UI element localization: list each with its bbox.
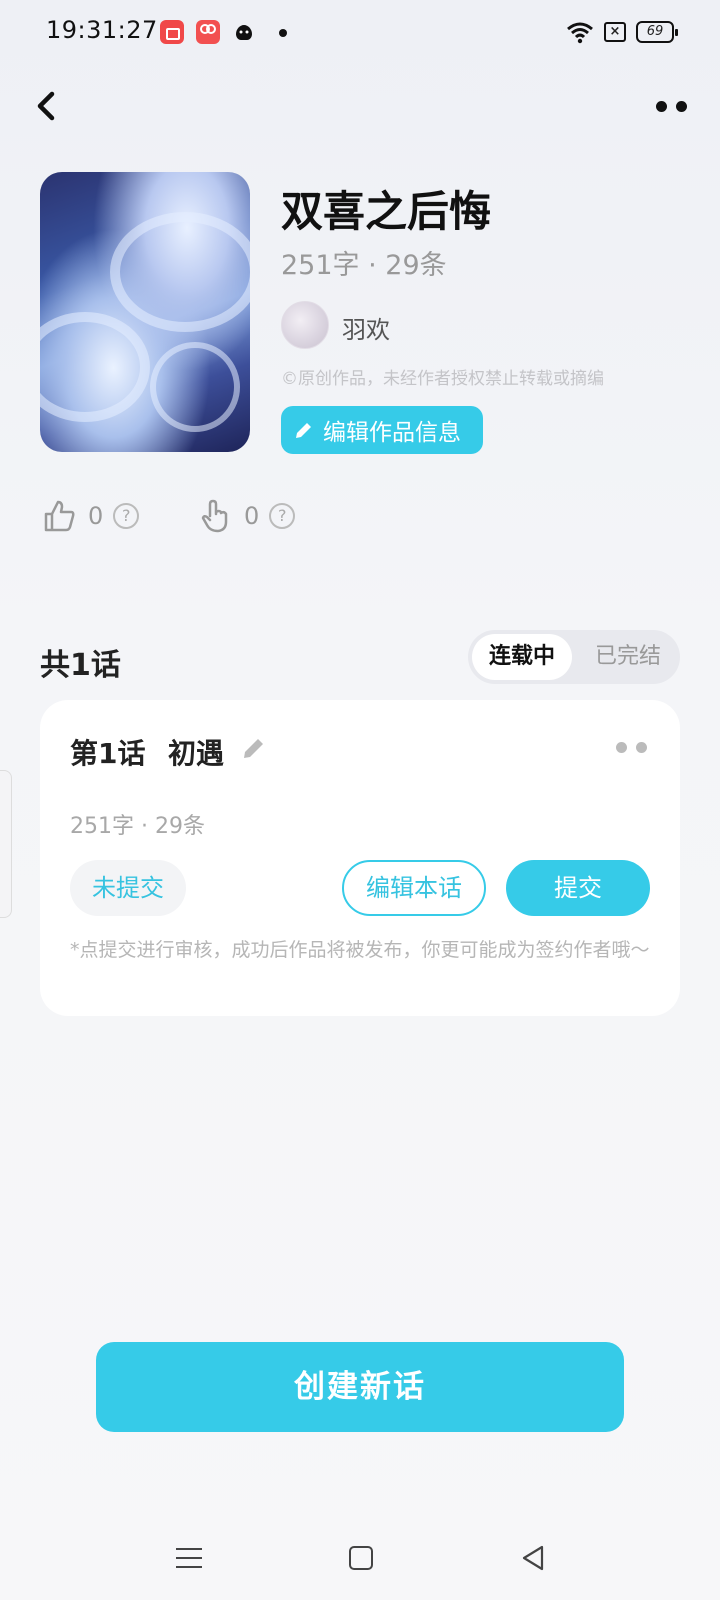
like-count: 0 xyxy=(88,502,104,530)
wifi-icon xyxy=(567,22,593,44)
hand-point-icon xyxy=(201,499,228,533)
create-episode-button[interactable]: 创建新话 xyxy=(96,1342,624,1432)
notification-dot-icon xyxy=(279,29,287,37)
side-drawer-handle[interactable] xyxy=(0,770,12,918)
edit-work-info-button[interactable]: 编辑作品信息 xyxy=(281,406,483,454)
status-time: 19:31:27 xyxy=(46,16,158,44)
more-dot-icon xyxy=(636,742,647,753)
recommend-stat[interactable]: 0 ? xyxy=(198,496,296,536)
episode-more-button[interactable] xyxy=(614,740,650,756)
episode-number: 第1话 xyxy=(70,737,146,770)
edit-episode-button[interactable]: 编辑本话 xyxy=(342,860,486,916)
screen-recorder-icon xyxy=(160,20,184,44)
work-title: 双喜之后悔 xyxy=(281,187,492,236)
menu-icon[interactable] xyxy=(176,1546,202,1570)
work-stats: 251字 · 29条 xyxy=(281,250,447,281)
more-dot-icon xyxy=(616,742,627,753)
copyright-notice: ©原创作品，未经作者授权禁止转载或摘编 xyxy=(281,369,604,389)
episode-count: 共1话 xyxy=(40,648,121,683)
status-badge: 未提交 xyxy=(70,860,186,916)
status-bar: 19:31:27 × 69 xyxy=(0,0,720,64)
back-triangle-icon[interactable] xyxy=(520,1544,546,1572)
episode-card[interactable]: 第1话 初遇 251字 · 29条 未提交 编辑本话 提交 *点提交进行审核，成… xyxy=(40,700,680,1016)
tab-ongoing[interactable]: 连载中 xyxy=(472,634,572,680)
pet-app-icon xyxy=(232,20,256,44)
serial-status-toggle[interactable]: 连载中 已完结 xyxy=(468,630,680,684)
video-app-icon xyxy=(196,20,220,44)
more-dot-icon xyxy=(676,101,687,112)
tab-completed[interactable]: 已完结 xyxy=(578,634,678,680)
pencil-icon xyxy=(296,423,311,438)
author-avatar[interactable] xyxy=(281,301,329,349)
episode-stats: 251字 · 29条 xyxy=(70,814,205,839)
more-options-button[interactable] xyxy=(654,94,694,118)
thumbs-up-icon xyxy=(44,500,75,532)
help-icon[interactable]: ? xyxy=(269,503,296,529)
submit-note: *点提交进行审核，成功后作品将被发布，你更可能成为签约作者哦～ xyxy=(70,939,650,961)
recommend-count: 0 xyxy=(244,502,260,530)
author-name[interactable]: 羽欢 xyxy=(342,310,390,345)
more-dot-icon xyxy=(656,101,667,112)
no-sim-icon: × xyxy=(604,22,626,42)
system-nav-bar xyxy=(0,1536,720,1600)
cover-image[interactable] xyxy=(40,172,250,452)
episode-name: 初遇 xyxy=(168,737,225,770)
like-stat[interactable]: 0 ? xyxy=(42,496,140,536)
battery-icon: 69 xyxy=(636,21,678,43)
submit-button[interactable]: 提交 xyxy=(506,860,650,916)
back-button[interactable] xyxy=(28,86,68,126)
edit-work-info-label: 编辑作品信息 xyxy=(323,420,461,446)
edit-pencil-icon[interactable] xyxy=(240,734,268,762)
help-icon[interactable]: ? xyxy=(113,503,140,529)
home-icon[interactable] xyxy=(349,1546,373,1570)
chevron-left-icon xyxy=(37,91,55,121)
